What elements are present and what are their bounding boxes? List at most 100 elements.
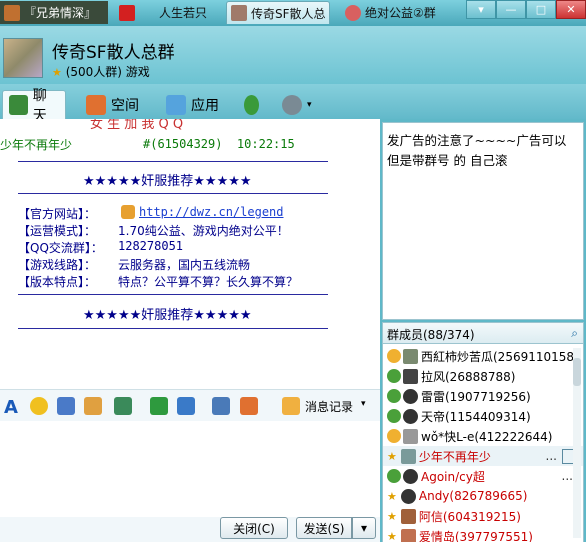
list-item[interactable]: ★ 阿信(604319215) (383, 506, 573, 526)
member-icon (387, 409, 401, 423)
row-value: 特点？公平算不算？长久算不算？ (118, 275, 299, 289)
group-avatar-icon (4, 4, 20, 21)
apps-menu-icon[interactable] (240, 397, 258, 415)
star-icon: ★ (387, 489, 397, 503)
close-icon[interactable]: ✕ (556, 0, 586, 19)
divider (18, 328, 328, 329)
tab-space[interactable]: 空间 (80, 90, 150, 119)
avatar (403, 428, 418, 444)
tab-brothers[interactable]: 『兄弟情深』 (0, 1, 108, 24)
list-item[interactable]: 拉风(26888788) (383, 366, 573, 386)
shield-icon (121, 205, 135, 219)
penguin-avatar (403, 388, 418, 404)
house-icon (86, 94, 106, 115)
font-icon[interactable]: A (4, 397, 22, 418)
tab-charity-group[interactable]: 绝对公益②群 (341, 1, 441, 24)
penguin-avatar (403, 468, 418, 484)
history-button[interactable]: 消息记录 (305, 398, 353, 415)
tab-strip: 『兄弟情深』 人生若只 传奇SF散人总 绝对公益②群 ▾ — □ ✕ (0, 0, 586, 26)
tab-apps[interactable]: 应用 (160, 90, 230, 119)
tab-flag[interactable] (115, 1, 141, 24)
vibrate-icon[interactable] (57, 397, 75, 415)
member-icon (387, 389, 401, 403)
avatar (403, 348, 418, 364)
message-input[interactable] (0, 421, 380, 517)
star-icon: ★ (387, 449, 397, 463)
close-button[interactable]: 关闭(C) (220, 517, 288, 539)
tab-life[interactable]: 人生若只 (155, 1, 221, 24)
send-options-button[interactable]: ▾ (352, 517, 376, 539)
chat-history[interactable]: 女 生 加 我 Q Q 少年不再年少 #(61504329) 10:22:15 … (0, 119, 380, 389)
group-notice: 发广告的注意了~~~~广告可以 但是带群号 的 自己滚 (382, 122, 584, 320)
group-avatar-icon (231, 5, 247, 21)
avatar (400, 528, 416, 542)
members-header: 群成员(88/374) ⌕ (382, 322, 584, 344)
row-label: 【游戏线路】： (18, 258, 97, 272)
member-icon (387, 369, 401, 383)
group-header: 传奇SF散人总群 ★ (500人群) 游戏 (0, 26, 586, 84)
divider (18, 294, 328, 295)
list-item[interactable]: 天帝(1154409314) (383, 406, 573, 426)
gear-icon (282, 94, 302, 115)
bottom-bar: 关闭(C) 发送(S) ▾ (0, 517, 380, 542)
star-icon: ★ (387, 509, 397, 523)
history-icon[interactable] (282, 397, 300, 415)
row-label: 【官方网站】： (18, 207, 97, 221)
divider (18, 193, 328, 194)
group-name: 传奇SF散人总群 (52, 43, 175, 63)
image-icon[interactable] (114, 397, 132, 415)
tab-chat[interactable]: 聊天 (2, 88, 66, 124)
member-list[interactable]: 西紅柿炒苦瓜(2569110158) 拉风(26888788) 雷雷(19077… (382, 344, 584, 542)
send-button[interactable]: 发送(S) (296, 517, 352, 539)
star-icon: ★ (387, 529, 397, 542)
penguin-avatar (400, 488, 416, 504)
chat-top-fragment: 女 生 加 我 Q Q (90, 119, 184, 132)
list-item[interactable]: 西紅柿炒苦瓜(2569110158) (383, 346, 579, 366)
member-icon (387, 429, 401, 443)
list-item[interactable]: ★ Andy(826789665) (383, 486, 573, 506)
row-label: 【QQ交流群】： (18, 241, 103, 255)
sender-name[interactable]: 少年不再年少 (0, 136, 72, 153)
avatar (400, 448, 416, 464)
row-value: 云服务器，国内五线流畅 (118, 258, 251, 272)
group-avatar[interactable] (3, 38, 43, 78)
screenshot-icon[interactable] (177, 397, 195, 415)
sender-info: #(61504329) 10:22:15 (143, 137, 295, 151)
search-icon[interactable]: ⌕ (571, 326, 578, 341)
row-value: 128278051 (118, 239, 184, 253)
settings-button[interactable]: ▾ (276, 90, 320, 119)
list-item[interactable]: ★ 少年不再年少 ... (383, 446, 583, 466)
chart-icon[interactable] (212, 397, 230, 415)
avatar (400, 508, 416, 524)
penguin-avatar (403, 408, 418, 424)
website-link[interactable]: http://dwz.cn/legend (139, 205, 284, 219)
maximize-button[interactable]: □ (526, 0, 556, 19)
add-member-button[interactable] (238, 90, 270, 119)
list-item[interactable]: ★ 爱情岛(397797551) (383, 526, 573, 542)
row-label: 【版本特点】： (18, 275, 97, 289)
menu-button[interactable]: ▾ (466, 0, 496, 19)
minimize-button[interactable]: — (496, 0, 526, 19)
group-people-icon (345, 4, 361, 21)
star-icon: ★ (52, 66, 62, 79)
list-item[interactable]: 雷雷(1907719256) (383, 386, 573, 406)
promo-title: ★★★★★奸服推荐★★★★★ (83, 174, 252, 189)
members-count: 群成员(88/374) (387, 328, 475, 342)
scrollbar-thumb[interactable] (573, 358, 581, 386)
doodle-icon[interactable] (84, 397, 102, 415)
emoji-icon[interactable] (30, 397, 48, 415)
list-item[interactable]: wǒ*快L-e(412222644) (383, 426, 573, 446)
chevron-down-icon[interactable]: ▾ (361, 399, 366, 409)
send-file-icon[interactable] (150, 397, 168, 415)
tab-legend-sf[interactable]: 传奇SF散人总 (226, 1, 330, 24)
divider (18, 161, 328, 162)
list-item[interactable]: Agoin/cy超 ... (383, 466, 573, 486)
member-icon (387, 349, 401, 363)
add-person-icon (244, 94, 259, 115)
input-toolbar: A 消息记录 ▾ (0, 389, 380, 422)
avatar (403, 368, 418, 384)
notice-text: 发广告的注意了~~~~广告可以 但是带群号 的 自己滚 (387, 133, 567, 168)
row-label: 【运营模式】： (18, 224, 97, 238)
chat-icon (9, 95, 28, 115)
member-icon (387, 469, 401, 483)
